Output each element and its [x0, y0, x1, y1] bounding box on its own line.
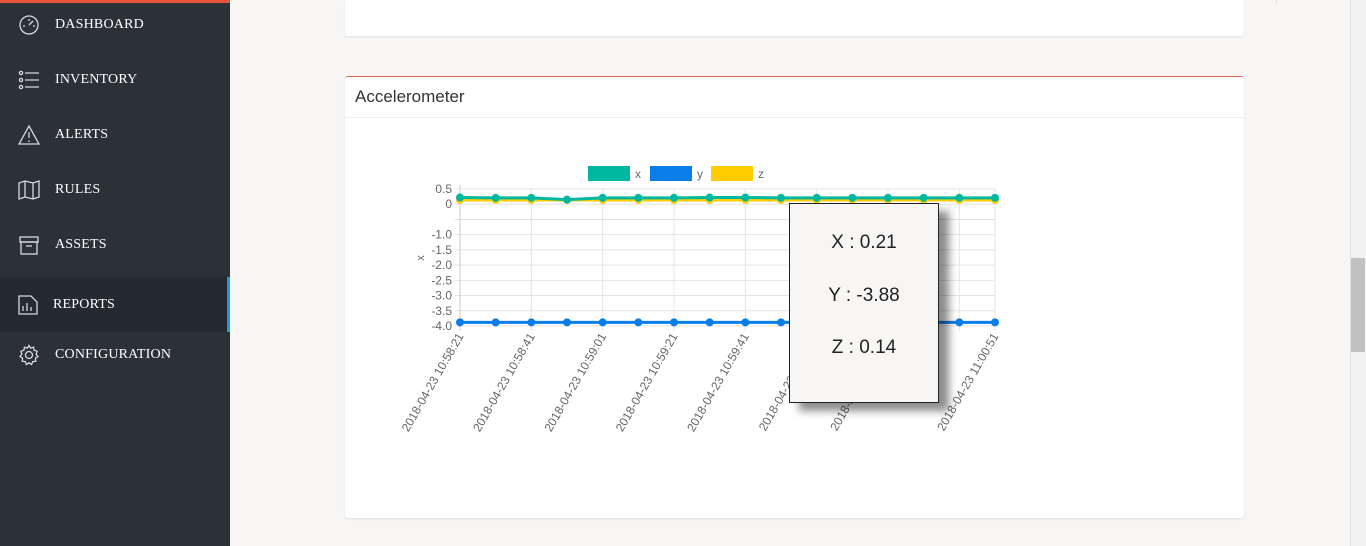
accelerometer-chart: 0.50 -1.0-1.5-2.0-2.5 -3.0-3.5-4.0 x 2018-04… [399, 166, 1002, 434]
readout-y-value: Y : -3.88 [828, 285, 900, 306]
y-tick-label: -2.5 [431, 273, 452, 287]
accelerometer-readout-box: X : 0.21 Y : -3.88 Z : 0.14 [789, 203, 939, 403]
data-point-x [741, 193, 750, 202]
data-point-x [670, 193, 678, 202]
y-tick-label: -1.5 [431, 243, 452, 257]
data-point-y [563, 318, 571, 327]
data-point-x [884, 193, 892, 202]
data-point-y [955, 318, 964, 327]
readout-z-value: Z : 0.14 [831, 337, 897, 358]
data-point-y [741, 318, 750, 327]
data-point-x [955, 193, 964, 202]
data-point-x [563, 195, 571, 204]
y-tick-label: -2.0 [431, 258, 452, 272]
data-point-x [919, 193, 928, 202]
legend-label-y: y [697, 167, 703, 181]
legend-swatch-z [711, 166, 753, 181]
data-point-x [777, 193, 785, 202]
data-point-y [705, 318, 714, 327]
x-tick-label: 2018-04-23 10:58:21 [399, 330, 467, 434]
data-point-y [634, 318, 643, 327]
y-tick-label: -3.5 [431, 304, 452, 318]
data-point-x [456, 193, 464, 202]
data-point-y [527, 318, 536, 327]
data-point-y [491, 318, 500, 327]
x-tick-label: 2018-04-23 10:59:41 [684, 330, 752, 434]
readout-x-value: X : 0.21 [831, 232, 897, 253]
data-point-y [598, 318, 607, 327]
data-point-y [991, 318, 999, 327]
data-point-y [777, 318, 785, 327]
data-point-x [705, 193, 714, 202]
legend-label-z: z [758, 167, 764, 181]
data-point-y [670, 318, 678, 327]
x-tick-label: 2018-04-23 10:59:01 [541, 330, 609, 434]
data-point-x [491, 193, 500, 202]
data-point-x [848, 193, 857, 202]
legend-swatch-y [650, 166, 692, 181]
y-tick-label: 0.5 [435, 182, 452, 196]
data-point-x [991, 193, 999, 202]
y-tick-label: -4.0 [431, 319, 452, 333]
x-tick-label: 2018-04-23 10:59:21 [613, 330, 681, 434]
divider [1276, 0, 1277, 4]
data-point-x [812, 193, 821, 202]
x-tick-label: 2018-04-23 10:58:41 [470, 330, 538, 434]
data-point-x [527, 193, 536, 202]
legend-swatch-x [588, 166, 630, 181]
data-point-x [598, 193, 607, 202]
scrollbar-thumb[interactable] [1351, 258, 1365, 352]
y-tick-label: -3.0 [431, 289, 452, 303]
data-point-x [634, 193, 643, 202]
legend-label-x: x [635, 167, 641, 181]
y-tick-label: -1.0 [431, 228, 452, 242]
y-tick-label: 0 [445, 197, 452, 211]
x-tick-label: 2018-04-23 11:00:51 [934, 330, 1002, 433]
data-point-y [456, 318, 464, 327]
y-axis-title: x [415, 255, 427, 261]
